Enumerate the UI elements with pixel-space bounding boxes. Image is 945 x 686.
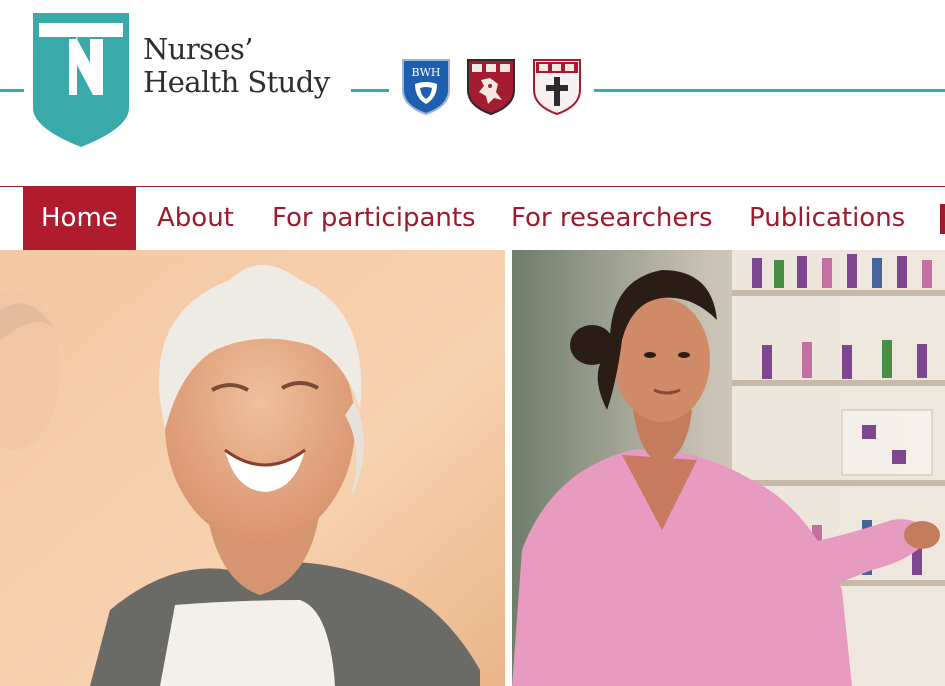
hero-image-left <box>0 250 505 686</box>
nav-for-participants[interactable]: For participants <box>272 187 476 250</box>
site-header: Nurses’ Health Study BWH <box>0 0 945 186</box>
hero-divider <box>505 250 512 686</box>
nhs-logo-icon[interactable] <box>33 13 129 147</box>
nav-for-researchers[interactable]: For researchers <box>511 187 713 250</box>
wordmark-line-2: Health Study <box>143 65 330 99</box>
nav-overflow-item[interactable] <box>940 204 945 234</box>
bwh-shield-icon[interactable]: BWH <box>401 58 451 116</box>
header-rule-right <box>594 89 945 92</box>
nav-about[interactable]: About <box>157 187 234 250</box>
bwh-shield-label: BWH <box>412 66 441 79</box>
nav-home[interactable]: Home <box>23 187 136 250</box>
main-nav: Home About For participants For research… <box>0 186 945 250</box>
header-rule-left <box>0 89 24 92</box>
site-wordmark[interactable]: Nurses’ Health Study <box>143 33 330 99</box>
harvard-medical-shield-icon[interactable] <box>532 58 582 116</box>
header-rule-middle <box>351 89 389 92</box>
nav-publications[interactable]: Publications <box>749 187 905 250</box>
harvard-chan-shield-icon[interactable] <box>466 58 516 116</box>
hero-image-right <box>512 250 945 686</box>
wordmark-line-1: Nurses’ <box>143 32 253 66</box>
